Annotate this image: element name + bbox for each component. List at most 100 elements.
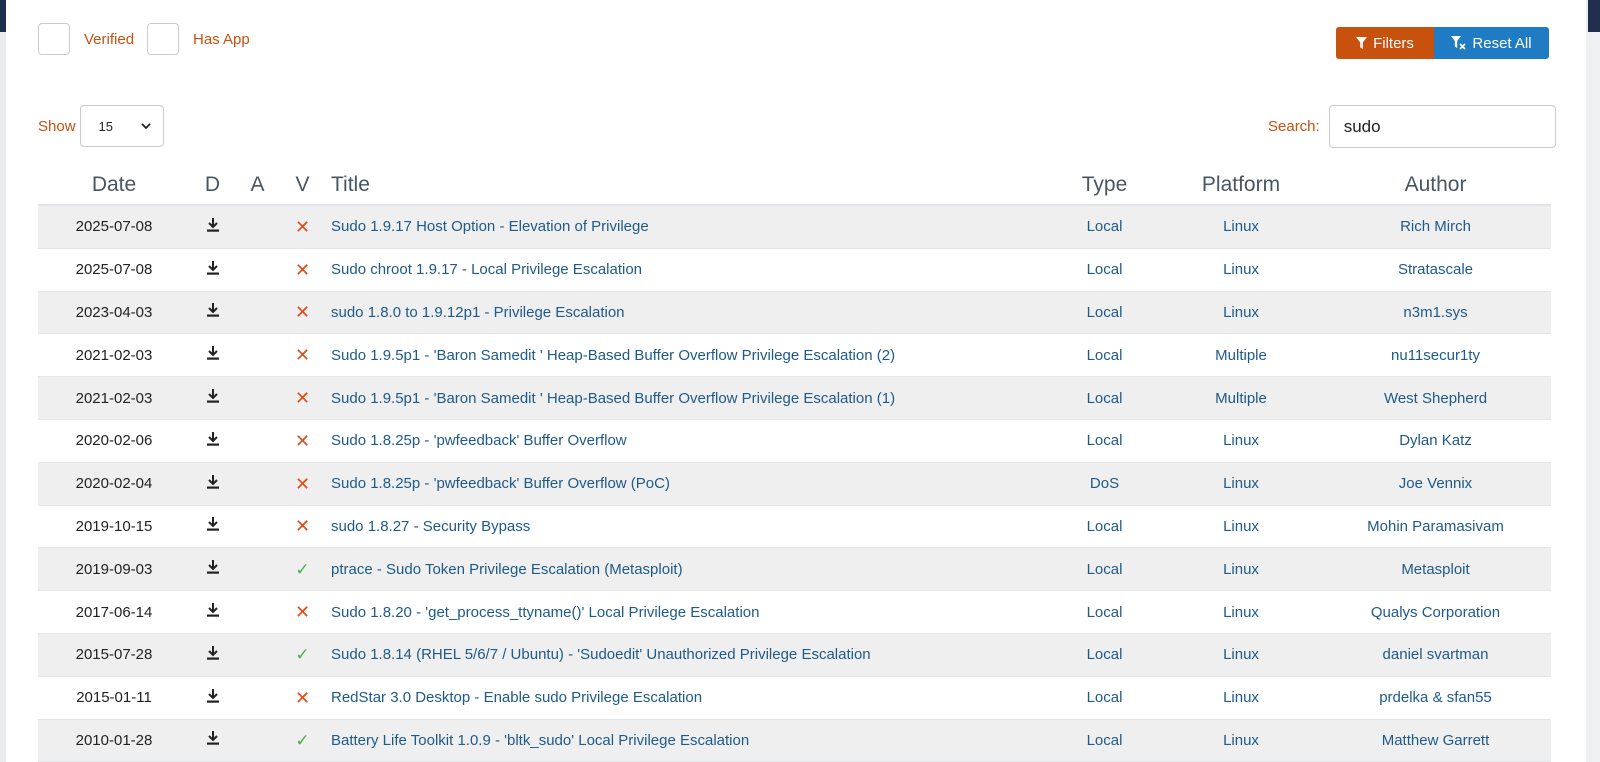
download-button[interactable] xyxy=(190,346,235,364)
exploit-author-link[interactable]: nu11secur1ty xyxy=(1320,347,1551,364)
exploit-platform-link[interactable]: Linux xyxy=(1162,689,1320,706)
x-mark-icon: ✕ xyxy=(294,516,311,537)
exploit-type-link[interactable]: Local xyxy=(1047,390,1162,407)
download-button[interactable] xyxy=(190,603,235,621)
exploit-title-link[interactable]: Sudo 1.8.20 - 'get_process_ttyname()' Lo… xyxy=(325,604,1047,621)
download-button[interactable] xyxy=(190,217,235,236)
exploit-title-link[interactable]: Sudo 1.9.17 Host Option - Elevation of P… xyxy=(325,218,1047,235)
verified-filter[interactable]: Verified xyxy=(38,23,134,55)
exploit-author-link[interactable]: n3m1.sys xyxy=(1320,304,1551,321)
cell-date: 2015-07-28 xyxy=(75,646,153,664)
column-header-d[interactable]: D xyxy=(190,173,235,197)
exploit-type-link[interactable]: Local xyxy=(1047,604,1162,621)
column-header-platform[interactable]: Platform xyxy=(1162,173,1320,197)
exploit-type-link[interactable]: Local xyxy=(1047,561,1162,578)
cell-verified: ✕ xyxy=(280,218,325,236)
cell-date: 2020-02-04 xyxy=(75,475,153,493)
exploit-title-link[interactable]: Sudo chroot 1.9.17 - Local Privilege Esc… xyxy=(325,261,1047,278)
exploit-author-link[interactable]: Qualys Corporation xyxy=(1320,604,1551,621)
exploit-type-link[interactable]: Local xyxy=(1047,432,1162,449)
download-button[interactable] xyxy=(190,645,235,664)
exploit-author-link[interactable]: prdelka & sfan55 xyxy=(1320,689,1551,706)
exploit-platform-link[interactable]: Linux xyxy=(1162,646,1320,663)
exploit-author-link[interactable]: West Shepherd xyxy=(1320,390,1551,407)
exploit-author-link[interactable]: Rich Mirch xyxy=(1320,218,1551,235)
exploit-platform-link[interactable]: Linux xyxy=(1162,604,1320,621)
exploit-author-link[interactable]: Stratascale xyxy=(1320,261,1551,278)
download-button[interactable] xyxy=(190,260,235,279)
download-button[interactable] xyxy=(190,517,235,535)
exploit-title-link[interactable]: Battery Life Toolkit 1.0.9 - 'bltk_sudo'… xyxy=(325,732,1047,749)
column-header-v[interactable]: V xyxy=(280,173,325,197)
exploit-title-link[interactable]: sudo 1.8.0 to 1.9.12p1 - Privilege Escal… xyxy=(325,304,1047,321)
exploit-table-card: Verified Has App Filters Reset All Show … xyxy=(6,0,1586,762)
verified-checkbox[interactable] xyxy=(38,23,70,55)
column-header-author[interactable]: Author xyxy=(1320,173,1551,197)
table-row: 2021-02-03 ✕ Sudo 1.9.5p1 - 'Baron Samedit… xyxy=(38,377,1551,420)
table-body: 2025-07-08 ✕ Sudo 1.9.17 Host Option - Ele… xyxy=(38,206,1551,762)
exploit-title-link[interactable]: Sudo 1.9.5p1 - 'Baron Samedit ' Heap-Bas… xyxy=(325,390,1047,407)
download-button[interactable] xyxy=(190,474,235,493)
download-button[interactable] xyxy=(190,303,235,321)
exploit-title-link[interactable]: Sudo 1.9.5p1 - 'Baron Samedit ' Heap-Bas… xyxy=(325,347,1047,364)
has-app-filter[interactable]: Has App xyxy=(147,23,250,55)
exploit-author-link[interactable]: Matthew Garrett xyxy=(1320,732,1551,749)
exploit-title-link[interactable]: Sudo 1.8.25p - 'pwfeedback' Buffer Overf… xyxy=(325,475,1047,492)
x-mark-icon: ✕ xyxy=(294,345,311,366)
exploit-title-link[interactable]: RedStar 3.0 Desktop - Enable sudo Privil… xyxy=(325,689,1047,706)
exploit-platform-link[interactable]: Linux xyxy=(1162,218,1320,235)
exploits-table: Date D A V Title Type Platform Author 20… xyxy=(38,166,1551,762)
exploit-author-link[interactable]: Joe Vennix xyxy=(1320,475,1551,492)
exploit-title-link[interactable]: Sudo 1.8.14 (RHEL 5/6/7 / Ubuntu) - 'Sud… xyxy=(325,646,1047,663)
exploit-platform-link[interactable]: Multiple xyxy=(1162,390,1320,407)
download-button[interactable] xyxy=(190,688,235,707)
exploit-type-link[interactable]: Local xyxy=(1047,347,1162,364)
exploit-platform-link[interactable]: Linux xyxy=(1162,261,1320,278)
column-header-date[interactable]: Date xyxy=(38,173,190,197)
table-row: 2025-07-08 ✕ Sudo 1.9.17 Host Option - Ele… xyxy=(38,206,1551,249)
page-length-select[interactable]: 15 xyxy=(79,105,164,147)
exploit-platform-link[interactable]: Linux xyxy=(1162,732,1320,749)
download-icon xyxy=(206,346,219,364)
x-mark-icon: ✕ xyxy=(294,302,311,323)
exploit-platform-link[interactable]: Linux xyxy=(1162,518,1320,535)
exploit-title-link[interactable]: sudo 1.8.27 - Security Bypass xyxy=(325,518,1047,535)
exploit-title-link[interactable]: Sudo 1.8.25p - 'pwfeedback' Buffer Overf… xyxy=(325,432,1047,449)
reset-all-button[interactable]: Reset All xyxy=(1434,27,1549,59)
cell-date: 2021-02-03 xyxy=(75,389,153,407)
cell-verified: ✓ xyxy=(280,561,325,578)
download-button[interactable] xyxy=(190,389,235,407)
column-header-a[interactable]: A xyxy=(235,173,280,197)
has-app-checkbox[interactable] xyxy=(147,23,179,55)
exploit-type-link[interactable]: DoS xyxy=(1047,475,1162,492)
column-header-type[interactable]: Type xyxy=(1047,173,1162,197)
exploit-title-link[interactable]: ptrace - Sudo Token Privilege Escalation… xyxy=(325,561,1047,578)
exploit-platform-link[interactable]: Multiple xyxy=(1162,347,1320,364)
column-header-title[interactable]: Title xyxy=(325,173,1047,197)
exploit-author-link[interactable]: Dylan Katz xyxy=(1320,432,1551,449)
download-button[interactable] xyxy=(190,431,235,450)
exploit-platform-link[interactable]: Linux xyxy=(1162,432,1320,449)
download-icon xyxy=(206,217,219,236)
exploit-platform-link[interactable]: Linux xyxy=(1162,304,1320,321)
exploit-type-link[interactable]: Local xyxy=(1047,732,1162,749)
x-mark-icon: ✕ xyxy=(294,216,311,237)
exploit-type-link[interactable]: Local xyxy=(1047,261,1162,278)
cell-verified: ✕ xyxy=(280,261,325,279)
search-input[interactable] xyxy=(1328,105,1556,148)
exploit-platform-link[interactable]: Linux xyxy=(1162,475,1320,492)
exploit-type-link[interactable]: Local xyxy=(1047,518,1162,535)
exploit-platform-link[interactable]: Linux xyxy=(1162,561,1320,578)
exploit-author-link[interactable]: Metasploit xyxy=(1320,561,1551,578)
exploit-author-link[interactable]: Mohin Paramasivam xyxy=(1320,518,1551,535)
exploit-type-link[interactable]: Local xyxy=(1047,218,1162,235)
show-label: Show xyxy=(38,117,76,135)
download-button[interactable] xyxy=(190,731,235,749)
exploit-author-link[interactable]: daniel svartman xyxy=(1320,646,1551,663)
filters-button[interactable]: Filters xyxy=(1336,27,1434,59)
download-icon xyxy=(206,431,219,450)
download-button[interactable] xyxy=(190,560,235,578)
exploit-type-link[interactable]: Local xyxy=(1047,689,1162,706)
exploit-type-link[interactable]: Local xyxy=(1047,304,1162,321)
exploit-type-link[interactable]: Local xyxy=(1047,646,1162,663)
